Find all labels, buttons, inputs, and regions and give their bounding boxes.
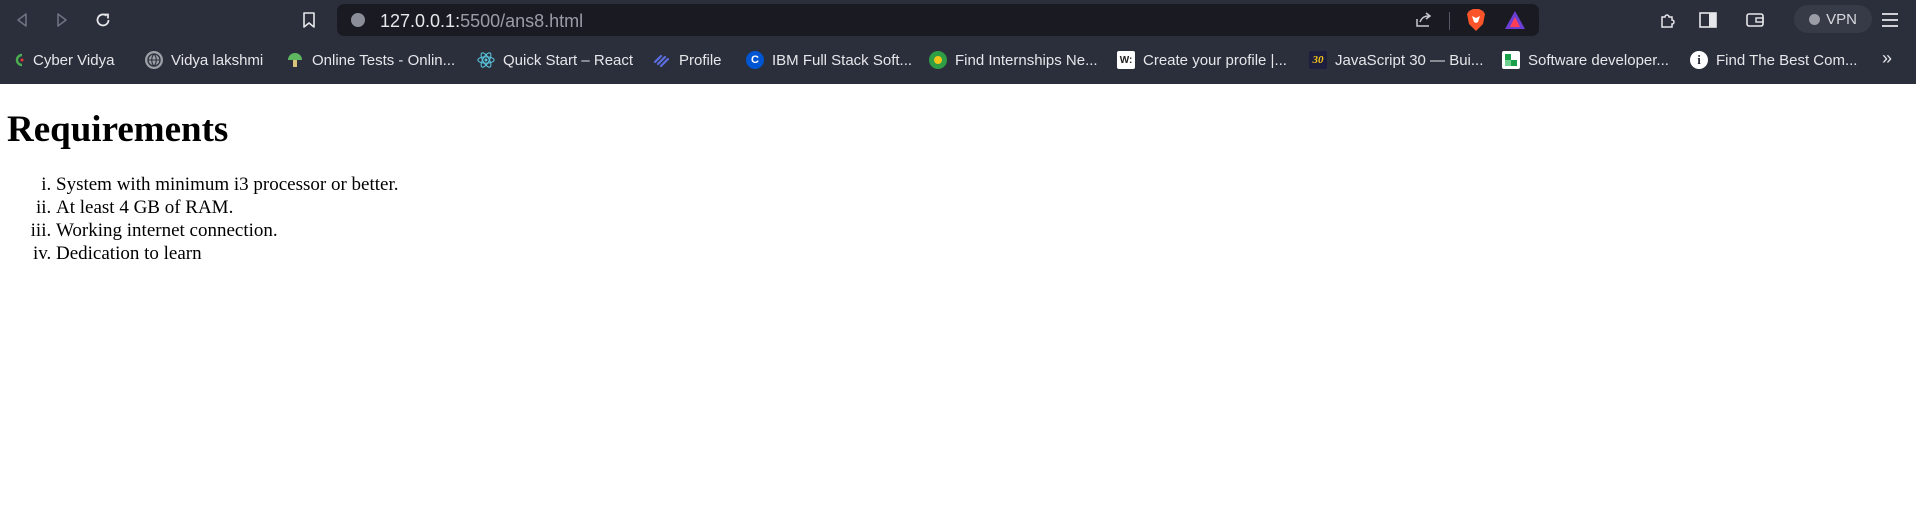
bookmark-javascript-30[interactable]: 30 JavaScript 30 — Bui... <box>1309 51 1483 69</box>
url-text[interactable]: 127.0.0.1:5500/ans8.html <box>380 11 583 32</box>
bookmark-online-tests[interactable]: Online Tests - Onlin... <box>286 51 455 69</box>
browser-chrome: 127.0.0.1:5500/ans8.html VPN Cyber Vidya… <box>0 0 1916 84</box>
bookmark-vidya-lakshmi[interactable]: Vidya lakshmi <box>145 51 263 69</box>
globe-icon <box>145 51 163 69</box>
vpn-button[interactable]: VPN <box>1794 5 1872 33</box>
bookmark-find-internships[interactable]: Find Internships Ne... <box>929 51 1098 69</box>
bookmark-label: Create your profile |... <box>1143 51 1287 69</box>
bookmark-label: Quick Start – React <box>503 51 634 69</box>
site-info-icon[interactable] <box>351 13 365 27</box>
bookmark-cyber-vidya[interactable]: Cyber Vidya <box>13 51 114 69</box>
sidebar-icon <box>1699 12 1717 28</box>
bookmark-label: JavaScript 30 — Bui... <box>1335 51 1484 69</box>
wallet-icon <box>1746 13 1764 27</box>
puzzle-icon <box>1661 14 1675 28</box>
green-square-icon <box>1502 51 1520 69</box>
hamburger-menu-icon <box>1882 13 1898 27</box>
list-item: Working internet connection. <box>56 219 1916 242</box>
bookmarks-bar: Cyber Vidya Vidya lakshmi Online Tests -… <box>0 44 1916 78</box>
bookmark-label: Find The Best Com... <box>1716 51 1858 69</box>
reload-icon <box>96 13 110 27</box>
double-chevron-right-icon: » <box>1882 48 1893 68</box>
mushroom-icon <box>286 51 304 69</box>
bookmark-page-button[interactable] <box>297 8 321 32</box>
browser-toolbar: 127.0.0.1:5500/ans8.html VPN <box>0 0 1916 40</box>
forward-arrow-icon <box>57 13 67 27</box>
bookmark-label: Vidya lakshmi <box>171 51 264 69</box>
url-divider <box>1449 12 1450 30</box>
bookmark-profile[interactable]: Profile <box>653 51 722 69</box>
share-icon[interactable] <box>1414 10 1434 35</box>
vpn-status-icon <box>1809 13 1821 25</box>
coursera-icon: C <box>746 51 764 69</box>
bookmark-software-developer[interactable]: Software developer... <box>1502 51 1669 69</box>
bookmark-label: IBM Full Stack Soft... <box>772 51 913 69</box>
bookmark-label: Online Tests - Onlin... <box>312 51 456 69</box>
bookmark-ibm-full-stack[interactable]: C IBM Full Stack Soft... <box>746 51 912 69</box>
requirements-list: System with minimum i3 processor or bett… <box>7 173 1916 265</box>
bookmark-icon <box>303 12 315 28</box>
cyber-vidya-icon <box>13 51 25 69</box>
page-content: Requirements System with minimum i3 proc… <box>0 109 1916 265</box>
page-title: Requirements <box>7 109 229 150</box>
bookmark-find-best-com[interactable]: i Find The Best Com... <box>1690 51 1857 69</box>
bookmark-create-profile[interactable]: W: Create your profile |... <box>1117 51 1287 69</box>
list-item: At least 4 GB of RAM. <box>56 196 1916 219</box>
url-path: 5500/ans8.html <box>460 11 584 31</box>
list-item: System with minimum i3 processor or bett… <box>56 173 1916 196</box>
bookmarks-overflow-button[interactable]: » <box>1882 48 1892 69</box>
bookmark-label: Cyber Vidya <box>33 51 115 69</box>
address-bar[interactable]: 127.0.0.1:5500/ans8.html <box>337 4 1539 36</box>
profile-logo-icon <box>653 51 671 69</box>
internship-icon <box>929 51 947 69</box>
react-icon <box>477 51 495 69</box>
w-icon: W: <box>1117 51 1135 69</box>
list-item: Dedication to learn <box>56 242 1916 265</box>
brave-rewards-icon[interactable] <box>1503 9 1527 36</box>
bookmark-quick-start-react[interactable]: Quick Start – React <box>477 51 633 69</box>
bookmark-label: Software developer... <box>1528 51 1669 69</box>
bookmark-label: Find Internships Ne... <box>955 51 1098 69</box>
js30-icon: 30 <box>1309 51 1327 69</box>
reload-button[interactable] <box>91 8 115 32</box>
bookmark-label: Profile <box>679 51 722 69</box>
menu-button[interactable] <box>1878 8 1902 32</box>
forward-button[interactable] <box>50 8 74 32</box>
back-arrow-icon <box>17 13 27 27</box>
info-circle-icon: i <box>1690 51 1708 69</box>
back-button[interactable] <box>10 8 34 32</box>
vpn-label: VPN <box>1826 10 1857 28</box>
url-host: 127.0.0.1: <box>380 11 461 31</box>
wallet-button[interactable] <box>1743 8 1767 32</box>
extensions-button[interactable] <box>1656 8 1680 32</box>
brave-shields-icon[interactable] <box>1465 8 1487 37</box>
sidebar-toggle-button[interactable] <box>1696 8 1720 32</box>
